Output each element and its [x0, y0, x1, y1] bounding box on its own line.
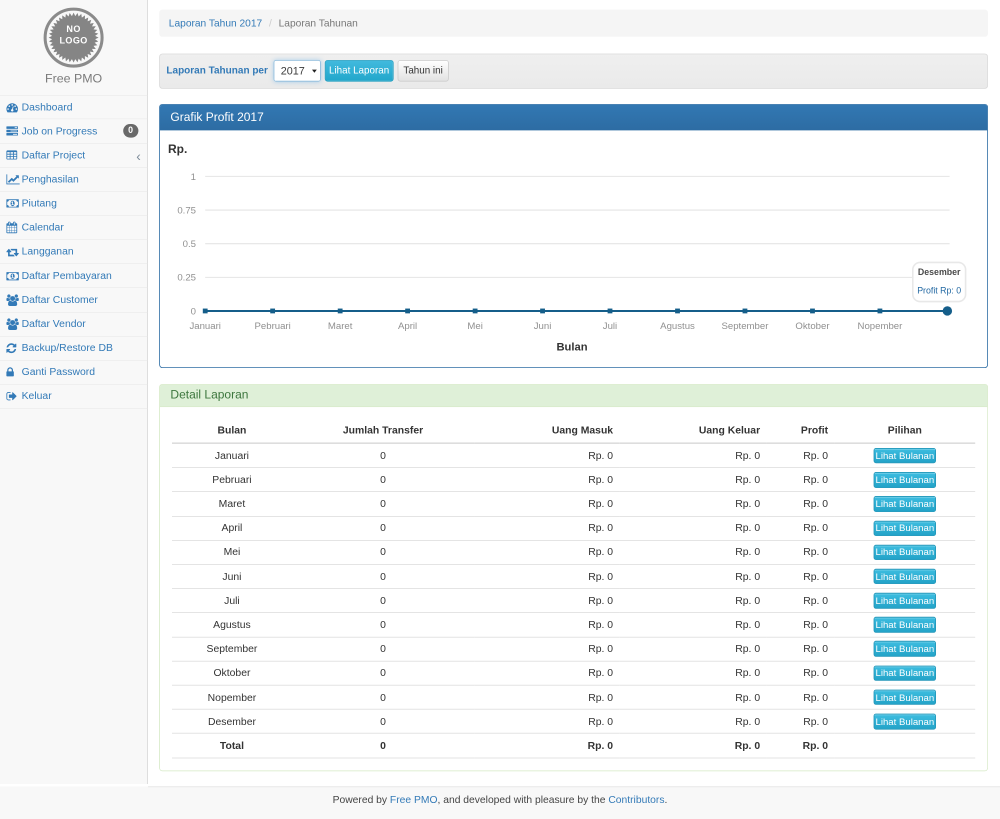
svg-text:Maret: Maret: [328, 321, 353, 332]
svg-text:Agustus: Agustus: [660, 321, 695, 332]
svg-text:LOGO: LOGO: [59, 35, 87, 45]
svg-text:0: 0: [191, 307, 196, 318]
svg-text:Juni: Juni: [534, 321, 552, 332]
svg-text:September: September: [721, 321, 769, 332]
svg-text:Bulan: Bulan: [556, 342, 587, 354]
svg-text:Nopember: Nopember: [858, 321, 904, 332]
svg-text:Juli: Juli: [603, 321, 617, 332]
svg-text:NO: NO: [66, 24, 80, 34]
svg-text:Januari: Januari: [189, 321, 220, 332]
svg-text:0.25: 0.25: [177, 273, 196, 284]
svg-text:1: 1: [191, 172, 196, 183]
svg-text:Mei: Mei: [467, 321, 482, 332]
svg-text:Rp.: Rp.: [168, 142, 187, 156]
svg-text:0.5: 0.5: [183, 239, 196, 250]
svg-text:0.75: 0.75: [177, 206, 196, 217]
svg-text:Pebruari: Pebruari: [255, 321, 291, 332]
svg-text:April: April: [398, 321, 417, 332]
svg-text:Oktober: Oktober: [795, 321, 830, 332]
